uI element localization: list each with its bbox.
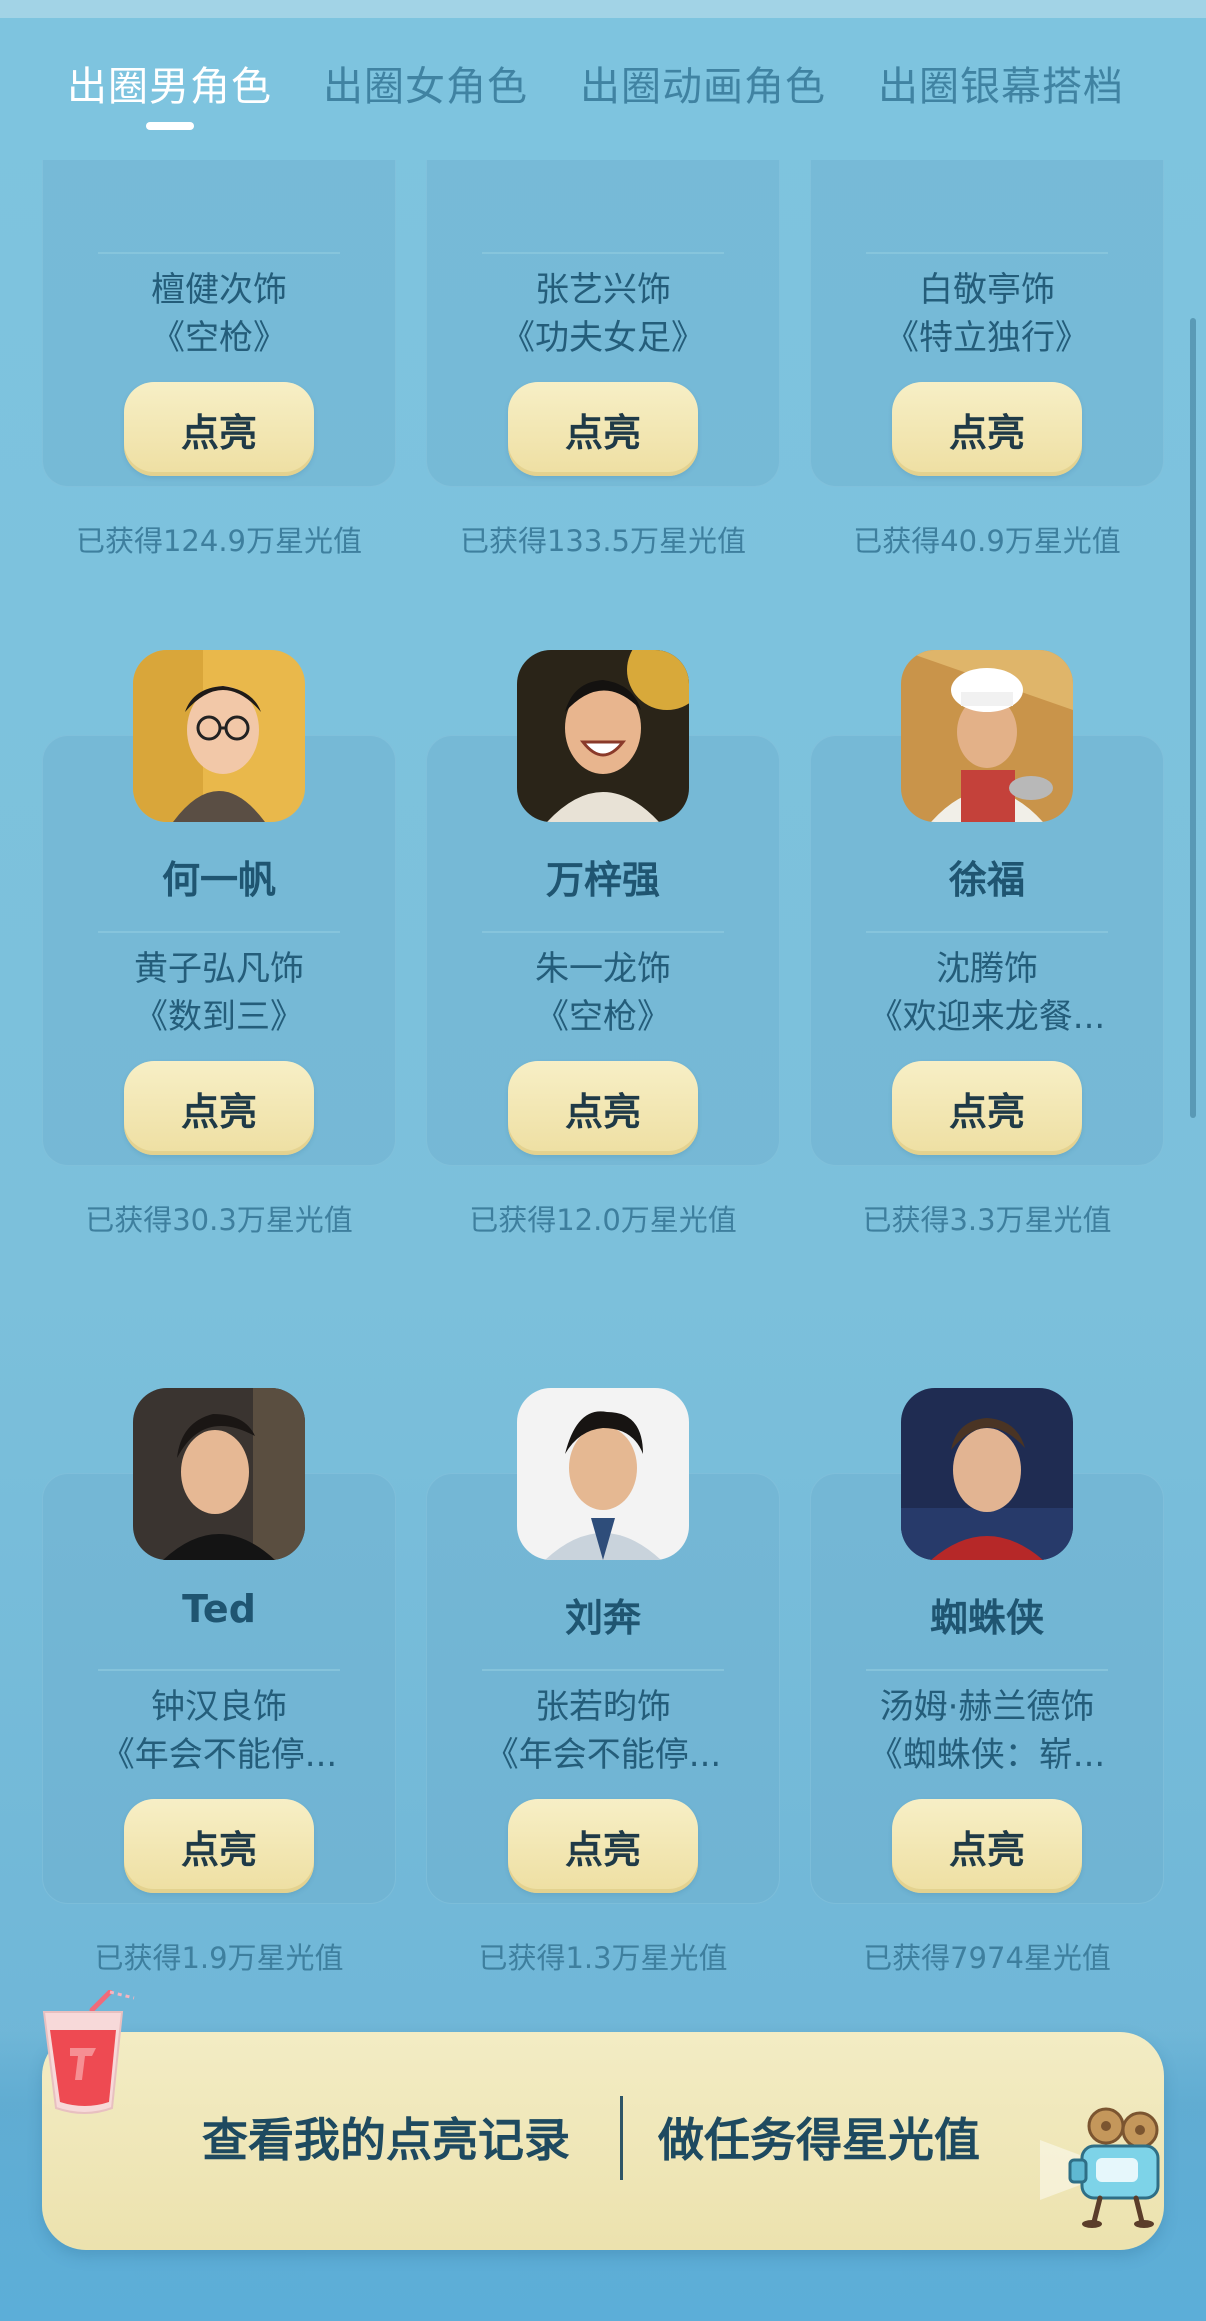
- role-card-grid: 檀健次饰 《空枪》 点亮 已获得124.9万星光值 张艺兴饰 《功夫女足》 点亮 已获得133…: [0, 56, 1206, 2321]
- divider: [620, 2096, 623, 2180]
- character-name: 万梓强: [545, 858, 660, 902]
- actor-credit: 沈腾饰: [936, 949, 1038, 989]
- light-up-button[interactable]: 点亮: [124, 1061, 314, 1155]
- category-tabs: 出圈男角色 出圈女角色 出圈动画角色 出圈银幕搭档: [0, 18, 1206, 160]
- starlight-count: 已获得30.3万星光值: [85, 1203, 353, 1237]
- character-avatar[interactable]: [133, 650, 305, 822]
- starlight-count: 已获得12.0万星光值: [469, 1203, 737, 1237]
- card-divider: [98, 1669, 340, 1671]
- film-title: 《蜘蛛侠：崭...: [868, 1735, 1106, 1775]
- card-divider: [482, 931, 724, 933]
- card-divider: [482, 1669, 724, 1671]
- character-avatar[interactable]: [133, 1388, 305, 1560]
- card-divider: [98, 252, 340, 254]
- page: 出圈男角色 出圈女角色 出圈动画角色 出圈银幕搭档 檀健次饰 《空枪》 点亮 已获得1…: [0, 0, 1206, 2321]
- tab-male-roles[interactable]: 出圈男角色: [67, 60, 272, 114]
- character-name: 刘奔: [564, 1596, 641, 1640]
- actor-credit: 白敬亭饰: [919, 270, 1055, 310]
- starlight-count: 已获得40.9万星光值: [853, 524, 1121, 558]
- light-up-button[interactable]: 点亮: [508, 382, 698, 476]
- film-title: 《空枪》: [151, 318, 287, 358]
- film-title: 《空枪》: [535, 997, 671, 1037]
- actor-credit: 檀健次饰: [151, 270, 287, 310]
- film-title: 《特立独行》: [885, 318, 1089, 358]
- light-up-button[interactable]: 点亮: [892, 382, 1082, 476]
- tab-female-roles[interactable]: 出圈女角色: [323, 60, 528, 114]
- actor-credit: 汤姆·赫兰德饰: [879, 1687, 1095, 1727]
- earn-starlight-task-button[interactable]: 做任务得星光值: [658, 2104, 980, 2170]
- light-up-button[interactable]: 点亮: [124, 1799, 314, 1893]
- movie-camera-icon: [1040, 2100, 1170, 2230]
- character-avatar[interactable]: [517, 650, 689, 822]
- film-title: 《功夫女足》: [501, 318, 705, 358]
- light-up-button[interactable]: 点亮: [124, 382, 314, 476]
- tab-screen-partners[interactable]: 出圈银幕搭档: [878, 60, 1124, 114]
- card-divider: [482, 252, 724, 254]
- character-name: 蜘蛛侠: [929, 1596, 1044, 1640]
- character-name: 徐福: [948, 858, 1025, 902]
- starlight-count: 已获得1.3万星光值: [478, 1941, 728, 1975]
- actor-credit: 钟汉良饰: [151, 1687, 287, 1727]
- starlight-count: 已获得124.9万星光值: [75, 524, 363, 558]
- film-title: 《欢迎来龙餐...: [868, 997, 1106, 1037]
- light-up-button[interactable]: 点亮: [508, 1061, 698, 1155]
- card-divider: [866, 931, 1108, 933]
- card-divider: [866, 1669, 1108, 1671]
- character-avatar[interactable]: [517, 1388, 689, 1560]
- scrollbar[interactable]: [1190, 318, 1196, 1118]
- character-name: Ted: [182, 1587, 256, 1631]
- actor-credit: 朱一龙饰: [535, 949, 671, 989]
- light-up-button[interactable]: 点亮: [508, 1799, 698, 1893]
- character-avatar[interactable]: [901, 1388, 1073, 1560]
- actor-credit: 黄子弘凡饰: [134, 949, 304, 989]
- starlight-count: 已获得7974星光值: [863, 1941, 1111, 1975]
- film-title: 《数到三》: [134, 997, 304, 1037]
- drink-cup-icon: [30, 1989, 140, 2120]
- actor-credit: 张若昀饰: [535, 1687, 671, 1727]
- starlight-count: 已获得1.9万星光值: [94, 1941, 344, 1975]
- tab-animated-roles[interactable]: 出圈动画角色: [580, 60, 826, 114]
- character-name: 何一帆: [161, 858, 276, 902]
- film-title: 《年会不能停...: [484, 1735, 722, 1775]
- starlight-count: 已获得133.5万星光值: [459, 524, 747, 558]
- card-divider: [866, 252, 1108, 254]
- starlight-count: 已获得3.3万星光值: [862, 1203, 1112, 1237]
- view-light-record-button[interactable]: 查看我的点亮记录: [202, 2104, 570, 2170]
- actor-credit: 张艺兴饰: [535, 270, 671, 310]
- status-strip: [0, 0, 1206, 18]
- card-divider: [98, 931, 340, 933]
- light-up-button[interactable]: 点亮: [892, 1061, 1082, 1155]
- active-tab-indicator: [146, 122, 194, 130]
- film-title: 《年会不能停...: [100, 1735, 338, 1775]
- bottom-action-bar: 查看我的点亮记录 做任务得星光值: [42, 2032, 1164, 2250]
- character-avatar[interactable]: [901, 650, 1073, 822]
- light-up-button[interactable]: 点亮: [892, 1799, 1082, 1893]
